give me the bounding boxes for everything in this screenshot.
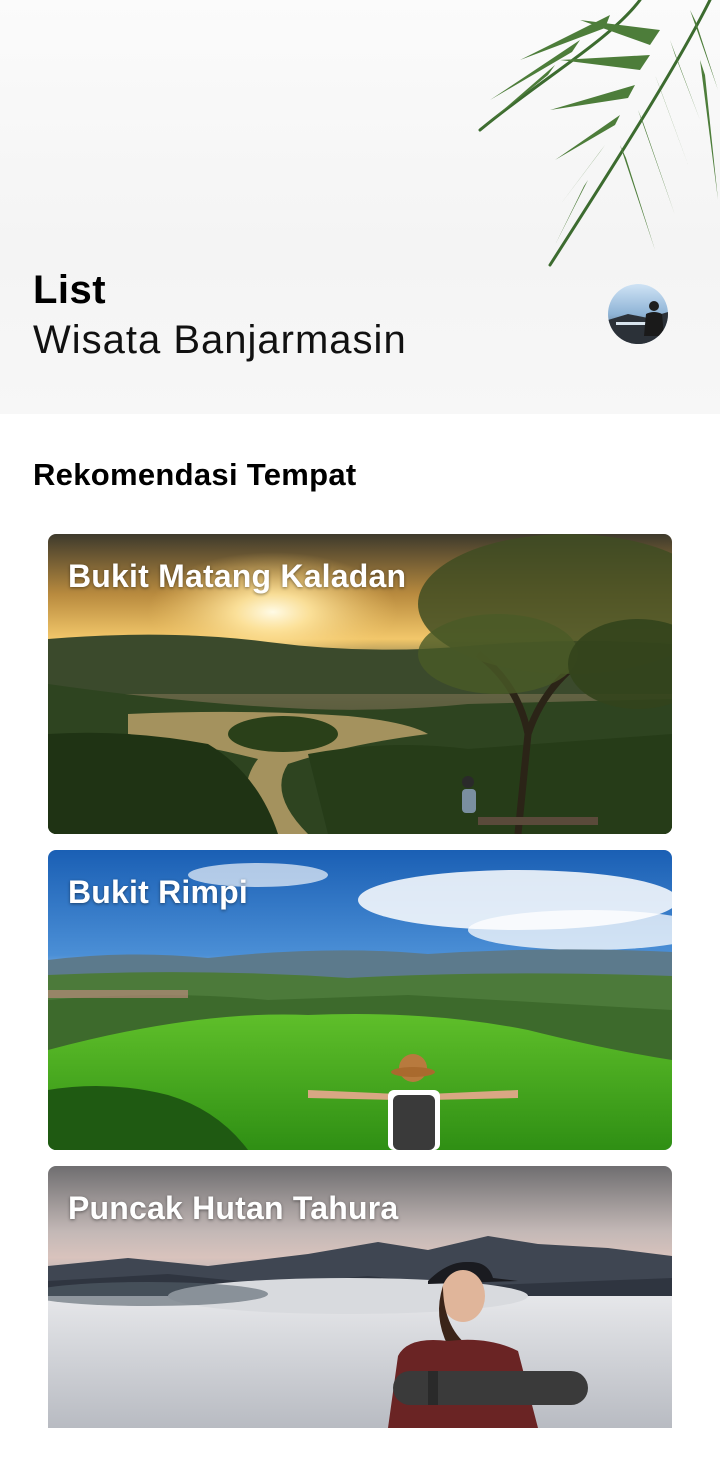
palm-leaf-decoration: [478, 0, 718, 267]
header-banner: List Wisata Banjarmasin: [0, 0, 720, 414]
section-title: Rekomendasi Tempat: [33, 457, 357, 492]
place-title: Puncak Hutan Tahura: [68, 1190, 399, 1226]
profile-photo-icon: [608, 284, 668, 344]
place-title: Bukit Rimpi: [68, 874, 248, 910]
page-title: List: [33, 268, 107, 312]
place-card-bukit-rimpi[interactable]: Bukit Rimpi: [48, 850, 672, 1150]
place-title: Bukit Matang Kaladan: [68, 558, 407, 594]
avatar[interactable]: [608, 284, 668, 344]
page-subtitle: Wisata Banjarmasin: [33, 318, 407, 362]
place-card-bukit-matang-kaladan[interactable]: Bukit Matang Kaladan: [48, 534, 672, 834]
place-card-puncak-hutan-tahura[interactable]: Puncak Hutan Tahura: [48, 1166, 672, 1428]
